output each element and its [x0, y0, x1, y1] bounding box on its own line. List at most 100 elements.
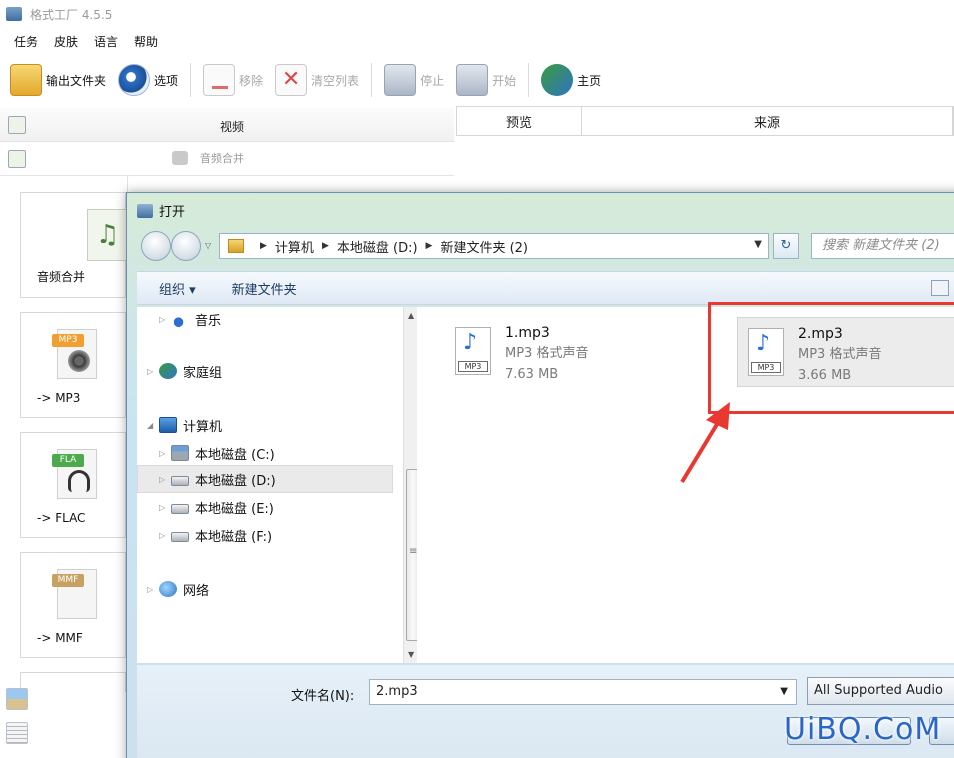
expand-icon[interactable]: ▷: [159, 449, 171, 458]
disk-icon: [171, 476, 189, 486]
flac-tag: FLA: [52, 454, 84, 467]
start-label: 开始: [492, 73, 517, 88]
format-card-audio-merge[interactable]: ♫ 音频合并: [20, 192, 127, 298]
collapse-icon[interactable]: ◢: [147, 421, 159, 430]
menu-language[interactable]: 语言: [94, 33, 118, 50]
stop-button[interactable]: 停止: [384, 60, 444, 100]
breadcrumb-new-folder[interactable]: 新建文件夹 (2): [440, 237, 528, 256]
format-card-mp3[interactable]: MP3 -> MP3: [20, 312, 126, 418]
nav-item-network[interactable]: ▷ 网络: [147, 577, 209, 601]
folder-icon: [10, 64, 42, 96]
breadcrumb-separator: ▶: [321, 241, 329, 251]
organize-button[interactable]: 组织 ▾: [159, 279, 196, 298]
merge-icon: [172, 151, 188, 165]
expand-icon[interactable]: ▷: [147, 585, 159, 594]
home-button[interactable]: 主页: [541, 60, 601, 100]
filename-dropdown-icon[interactable]: ▼: [780, 680, 788, 704]
clear-list-button[interactable]: ✕ 清空列表: [275, 60, 359, 100]
nav-item-disk-e[interactable]: ▷ 本地磁盘 (E:): [159, 495, 274, 519]
nav-item-music[interactable]: ▷ 音乐: [159, 307, 221, 331]
nav-label: 计算机: [183, 419, 223, 435]
back-button[interactable]: [141, 231, 171, 261]
menu-help[interactable]: 帮助: [134, 33, 158, 50]
nav-item-computer[interactable]: ◢ 计算机: [147, 413, 222, 437]
options-label: 选项: [154, 73, 179, 88]
view-icon[interactable]: [931, 280, 949, 296]
disk-icon: [171, 532, 189, 542]
expand-icon[interactable]: ▷: [159, 315, 171, 324]
file-type-select[interactable]: All Supported Audio: [807, 677, 954, 705]
dialog-icon: [137, 203, 153, 218]
expand-icon[interactable]: ▷: [159, 475, 171, 484]
format-card-label: -> MMF: [37, 631, 83, 645]
file-type: MP3 格式声音: [505, 346, 589, 361]
homegroup-icon: [159, 363, 177, 379]
app-icon: [6, 7, 22, 21]
file-item-1[interactable]: ♪ MP3 1.mp3 MP3 格式声音 7.63 MB: [445, 317, 685, 387]
search-input[interactable]: 搜索 新建文件夹 (2): [811, 233, 954, 259]
menu-task[interactable]: 任务: [14, 33, 38, 50]
filename-input[interactable]: 2.mp3 ▼: [369, 679, 797, 705]
mmf-tag: MMF: [52, 574, 84, 587]
remove-icon: [203, 64, 236, 96]
scroll-up-icon[interactable]: ▲: [408, 311, 414, 320]
nav-label: 本地磁盘 (E:): [195, 501, 274, 517]
mp3-file-icon: ♪ MP3: [455, 327, 491, 375]
nav-label: 家庭组: [183, 365, 223, 381]
system-disk-icon: [171, 445, 189, 461]
forward-button[interactable]: [171, 231, 201, 261]
nav-item-disk-c[interactable]: ▷ 本地磁盘 (C:): [159, 441, 275, 465]
scroll-down-icon[interactable]: ▼: [408, 650, 414, 659]
home-icon: [541, 64, 574, 96]
mmf-format-icon: MMF: [52, 569, 97, 619]
nav-label: 音乐: [195, 313, 222, 329]
address-bar[interactable]: ▶ 计算机 ▶ 本地磁盘 (D:) ▶ 新建文件夹 (2) ▼: [219, 233, 769, 259]
format-card-label: 音频合并: [37, 270, 86, 284]
mp3-format-icon: MP3: [52, 329, 97, 379]
category-video[interactable]: 视频: [0, 108, 454, 142]
breadcrumb-computer[interactable]: 计算机: [275, 237, 314, 256]
toolbar-separator: [190, 63, 192, 97]
annotation-arrow: [680, 402, 730, 484]
music-icon: [171, 311, 189, 327]
nav-item-disk-d[interactable]: ▷ 本地磁盘 (D:): [159, 467, 276, 491]
output-folder-label: 输出文件夹: [46, 73, 107, 88]
toolbar-separator: [371, 63, 373, 97]
nav-item-homegroup[interactable]: ▷ 家庭组: [147, 359, 222, 383]
navigation-pane: ▷ 音乐 ▷ 家庭组 ◢ 计算机 ▷ 本地磁盘 (C:) ▷ 本地磁盘 (D:)…: [137, 307, 421, 663]
recent-dropdown-icon[interactable]: ▽: [205, 241, 211, 250]
new-folder-button[interactable]: 新建文件夹: [232, 279, 297, 298]
network-icon: [159, 581, 177, 597]
category-video-label: 视频: [220, 120, 245, 134]
audio-merge-label: 音频合并: [200, 152, 244, 165]
breadcrumb-disk-d[interactable]: 本地磁盘 (D:): [337, 237, 418, 256]
options-button[interactable]: 选项: [118, 60, 178, 100]
output-folder-button[interactable]: 输出文件夹: [10, 60, 106, 100]
column-preview[interactable]: 预览: [457, 107, 582, 135]
picture-icon[interactable]: [6, 688, 28, 710]
format-card-next: [20, 672, 126, 692]
menu-skin[interactable]: 皮肤: [54, 33, 78, 50]
refresh-button[interactable]: ↻: [773, 233, 799, 259]
film-icon: [8, 116, 26, 134]
filename-label: 文件名(N):: [291, 689, 355, 704]
document-icon[interactable]: [6, 722, 28, 744]
start-button[interactable]: 开始: [456, 60, 516, 100]
format-card-mmf[interactable]: MMF -> MMF: [20, 552, 126, 658]
expand-icon[interactable]: ▷: [147, 367, 159, 376]
format-card-flac[interactable]: FLA -> FLAC: [20, 432, 126, 538]
format-card-label: -> MP3: [37, 391, 81, 405]
expand-icon[interactable]: ▷: [159, 503, 171, 512]
stop-label: 停止: [420, 73, 445, 88]
filename-value: 2.mp3: [376, 684, 418, 699]
audio-merge-icon: ♫: [87, 209, 127, 261]
column-source[interactable]: 来源: [582, 107, 953, 135]
highlight-box: [708, 302, 954, 414]
refresh-icon: ↻: [780, 238, 792, 253]
nav-item-disk-f[interactable]: ▷ 本地磁盘 (F:): [159, 523, 272, 547]
dialog-title-bar: 打开: [137, 201, 185, 220]
expand-icon[interactable]: ▷: [159, 531, 171, 540]
address-dropdown-icon[interactable]: ▼: [754, 239, 762, 250]
file-size: 7.63 MB: [505, 367, 559, 382]
remove-button[interactable]: 移除: [203, 60, 263, 100]
